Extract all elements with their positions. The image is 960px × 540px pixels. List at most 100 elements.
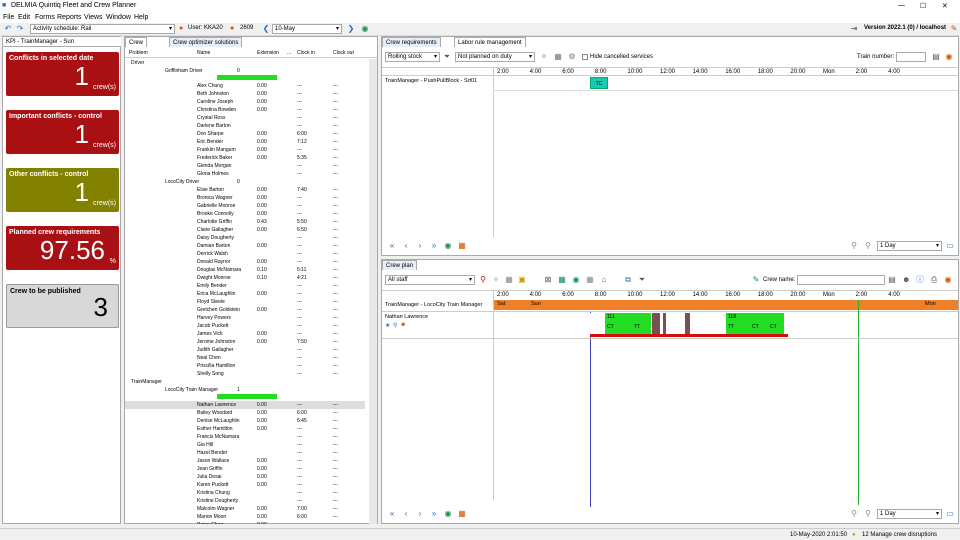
crew-row[interactable]: Caroline Joseph 0.00 --- --- bbox=[125, 98, 365, 106]
tab-crew-plan[interactable]: Crew plan bbox=[382, 260, 418, 270]
user-icon[interactable]: ☻ bbox=[902, 276, 910, 284]
minimize-button[interactable]: — bbox=[898, 2, 905, 9]
crew-row[interactable]: Paige Chen 0.00 --- --- bbox=[125, 521, 365, 524]
crew-row[interactable]: Kristina Chung --- --- bbox=[125, 489, 365, 497]
last-page-icon[interactable]: » bbox=[430, 242, 438, 250]
crew-row[interactable]: Emily Bender --- --- bbox=[125, 282, 365, 290]
settings-icon[interactable]: ⚙ bbox=[568, 53, 576, 61]
maximize-button[interactable]: ☐ bbox=[920, 2, 926, 10]
crew-row[interactable]: Alex Chung 0.00 --- --- bbox=[125, 82, 365, 90]
crew-row[interactable]: Gia Hill --- --- bbox=[125, 441, 365, 449]
staff-filter-select[interactable]: All staff ▾ bbox=[385, 275, 475, 285]
header-more[interactable]: ... bbox=[287, 50, 291, 56]
refresh-icon[interactable]: ◉ bbox=[361, 25, 369, 33]
brush-icon[interactable]: ✎ bbox=[950, 25, 958, 33]
crew-row[interactable]: Glenda Morgan --- --- bbox=[125, 162, 365, 170]
crew-row[interactable]: Priscilla Hamilton --- --- bbox=[125, 362, 365, 370]
status-disruptions[interactable]: 12 Manage crew disruptions bbox=[862, 532, 937, 538]
crew-row[interactable]: Douglas McNamara 0.10 5:11 --- bbox=[125, 266, 365, 274]
kpi-planned-crew-requirements[interactable]: Planned crew requirements 97.56 % bbox=[6, 226, 119, 270]
crew-row[interactable]: Darlene Barton --- --- bbox=[125, 122, 365, 130]
crew-row[interactable]: Don Sharpe 0.00 6:00 --- bbox=[125, 130, 365, 138]
crew-row[interactable]: Francis McNamara --- --- bbox=[125, 433, 365, 441]
tree-depot[interactable]: LocoCity Driver 0 bbox=[125, 178, 365, 186]
crew-row[interactable]: Brooke Connolly 0.00 --- --- bbox=[125, 210, 365, 218]
filter-icon[interactable]: ⏷ bbox=[443, 53, 451, 61]
next-date-icon[interactable]: ❯ bbox=[347, 25, 355, 33]
crew-row[interactable]: Karen Puckett 0.00 --- --- bbox=[125, 481, 365, 489]
crew-row[interactable]: Bailey Woodard 0.00 6:00 --- bbox=[125, 409, 365, 417]
tree-group[interactable]: TrainManager bbox=[125, 378, 365, 386]
menu-views[interactable]: Views bbox=[84, 14, 103, 21]
camera-icon[interactable]: ◉ bbox=[945, 53, 953, 61]
kpi-important-conflicts[interactable]: Important conflicts - control 1 crew(s) bbox=[6, 110, 119, 154]
list-icon[interactable]: ▤ bbox=[888, 276, 896, 284]
optimize-icon[interactable]: ◉ bbox=[572, 276, 580, 284]
req-zoom-select[interactable]: 1 Day ▾ bbox=[877, 241, 942, 251]
menu-reports[interactable]: Reports bbox=[57, 14, 82, 21]
crew-row[interactable]: Marion Moon 0.00 6:00 --- bbox=[125, 513, 365, 521]
crew-row[interactable]: Shelly Song --- --- bbox=[125, 370, 365, 378]
break-block[interactable] bbox=[685, 313, 690, 334]
next-page-icon[interactable]: › bbox=[416, 242, 424, 250]
close-button[interactable]: ✕ bbox=[942, 2, 948, 10]
tab-crew-requirements[interactable]: Crew requirements bbox=[382, 37, 441, 47]
break-block[interactable] bbox=[652, 313, 660, 334]
crew-row[interactable]: Gabrielle Monroe 0.00 --- --- bbox=[125, 202, 365, 210]
menu-window[interactable]: Window bbox=[106, 14, 131, 21]
pin-icon[interactable]: ⚲ bbox=[479, 276, 487, 284]
header-clock-in[interactable]: Clock in bbox=[297, 50, 315, 56]
wand-icon[interactable]: ✧ bbox=[492, 276, 500, 284]
crew-name-input[interactable] bbox=[797, 275, 885, 285]
crew-row[interactable]: Jason Wallace 0.00 --- --- bbox=[125, 457, 365, 465]
tab-kpi[interactable]: KPI - TrainManager - Sun bbox=[3, 37, 121, 47]
date-select[interactable]: 10-May ▾ bbox=[272, 24, 342, 34]
menu-file[interactable]: File bbox=[3, 14, 14, 21]
export-icon[interactable]: ⇥ bbox=[850, 25, 858, 33]
expand-icon[interactable]: ▭ bbox=[946, 242, 954, 250]
next-page-icon[interactable]: › bbox=[416, 510, 424, 518]
undo-icon[interactable]: ↶ bbox=[4, 25, 12, 33]
duty-filter-select[interactable]: Not planned on duty ▾ bbox=[455, 52, 535, 62]
crew-row[interactable]: Hazel Bender --- --- bbox=[125, 449, 365, 457]
info-icon[interactable]: ⓘ bbox=[916, 276, 924, 284]
tab-crew-optimizer[interactable]: Crew optimizer solutions bbox=[169, 37, 243, 47]
crew-row[interactable]: Charlotte Griffin 0.43 5:50 --- bbox=[125, 218, 365, 226]
wand-icon[interactable]: ✧ bbox=[540, 53, 548, 61]
crew-row[interactable]: Frederick Baker 0.00 5:35 --- bbox=[125, 154, 365, 162]
prev-date-icon[interactable]: ❮ bbox=[262, 25, 270, 33]
crew-row[interactable]: Claire Gallagher 0.00 6:50 --- bbox=[125, 226, 365, 234]
crew-row[interactable]: Judith Gallagher --- --- bbox=[125, 346, 365, 354]
break-block[interactable] bbox=[663, 313, 666, 334]
activity-schedule-select[interactable]: Activity schedule: Rail ▾ bbox=[30, 24, 175, 34]
crew-row[interactable]: Franklin Mangum 0.00 --- --- bbox=[125, 146, 365, 154]
tree-group[interactable]: Driver bbox=[125, 59, 365, 67]
hide-cancelled-checkbox[interactable] bbox=[582, 54, 588, 60]
crew-row[interactable]: Donald Raynor 0.00 --- --- bbox=[125, 258, 365, 266]
filter-icon[interactable]: ⏷ bbox=[638, 276, 646, 284]
kpi-conflicts-selected-date[interactable]: Conflicts in selected date 1 crew(s) bbox=[6, 52, 119, 96]
print-icon[interactable]: ⎙ bbox=[930, 276, 938, 284]
crew-row[interactable]: Damian Barton 0.00 --- --- bbox=[125, 242, 365, 250]
menu-edit[interactable]: Edit bbox=[18, 14, 30, 21]
grid-icon[interactable]: ▦ bbox=[505, 276, 513, 284]
crew-row[interactable]: Neal Chen --- --- bbox=[125, 354, 365, 362]
crew-scrollbar[interactable] bbox=[369, 59, 377, 524]
kpi-crew-to-be-published[interactable]: Crew to be published 3 bbox=[6, 284, 119, 328]
zoom-out-icon[interactable]: ⚲ bbox=[850, 510, 858, 518]
crew-row[interactable]: Gloria Holmes --- --- bbox=[125, 170, 365, 178]
edit-icon[interactable]: ✎ bbox=[752, 276, 760, 284]
calendar-icon[interactable]: ▦ bbox=[458, 510, 466, 518]
redo-icon[interactable]: ↷ bbox=[16, 25, 24, 33]
home-icon[interactable]: ⌂ bbox=[600, 276, 608, 284]
train-number-input[interactable] bbox=[896, 52, 926, 62]
header-extension[interactable]: Extension bbox=[257, 50, 279, 56]
expand-icon[interactable]: ▭ bbox=[946, 510, 954, 518]
prev-page-icon[interactable]: ‹ bbox=[402, 510, 410, 518]
crew-row[interactable]: Elsie Barton 0.00 7:40 --- bbox=[125, 186, 365, 194]
crew-row[interactable]: Malcolm Wagner 0.00 7:00 --- bbox=[125, 505, 365, 513]
zoom-in-icon[interactable]: ⚲ bbox=[864, 242, 872, 250]
tab-labor-rules[interactable]: Labor rule management bbox=[454, 37, 526, 47]
plan-crew-label[interactable]: Nathan Lawrence bbox=[385, 314, 428, 320]
crew-row[interactable]: Kristine Dougherty --- --- bbox=[125, 497, 365, 505]
